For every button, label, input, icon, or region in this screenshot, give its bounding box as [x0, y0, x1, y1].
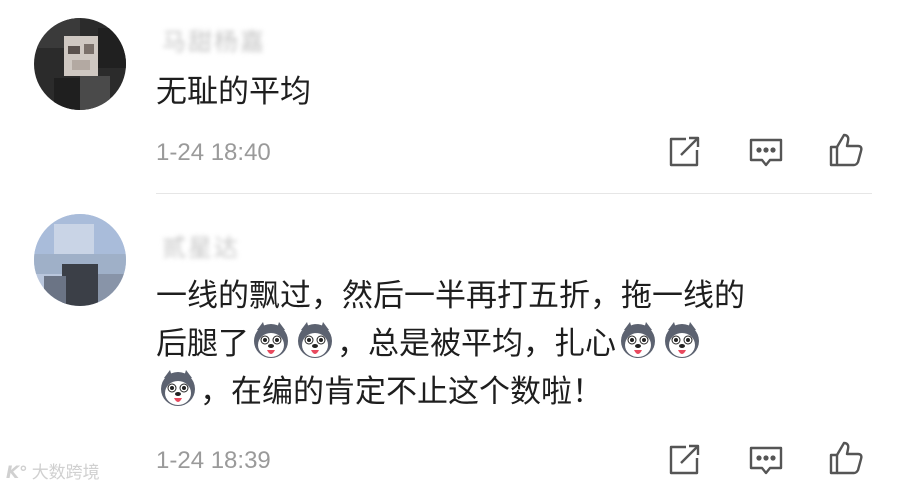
husky-dog-emoji: [662, 320, 702, 360]
comment-text: 无耻的平均: [156, 68, 836, 116]
thumbs-up-icon[interactable]: [826, 130, 866, 170]
avatar[interactable]: [34, 214, 126, 306]
comment-text: 一线的飘过，然后一半再打五折，拖一线的 后腿了 ，总是被平均，扎心 ，在编的肯定不…: [156, 272, 836, 416]
watermark: K° 大数跨境: [6, 458, 100, 483]
share-icon[interactable]: [664, 132, 704, 172]
username[interactable]: 贰星达: [162, 228, 240, 263]
divider: [156, 193, 872, 194]
comment-text-segment: ，在编的肯定不止这个数啦！: [200, 374, 603, 410]
comment-text-segment: 后腿了: [156, 326, 249, 362]
comment-text-line: 一线的飘过，然后一半再打五折，拖一线的: [156, 278, 745, 314]
comment-text-line: 无耻的平均: [156, 74, 311, 110]
comment-icon[interactable]: [746, 440, 786, 480]
comment-text-segment: ，总是被平均，扎心: [337, 326, 616, 362]
timestamp: 1-24 18:40: [156, 139, 271, 166]
husky-dog-emoji: [618, 320, 658, 360]
husky-dog-emoji: [295, 320, 335, 360]
watermark-logo: K°: [6, 463, 28, 483]
comment-icon[interactable]: [746, 132, 786, 172]
husky-dog-emoji: [251, 320, 291, 360]
share-icon[interactable]: [664, 440, 704, 480]
husky-dog-emoji: [158, 368, 198, 408]
username[interactable]: 马甜杨嘉: [162, 22, 266, 57]
thumbs-up-icon[interactable]: [826, 438, 866, 478]
avatar[interactable]: [34, 18, 126, 110]
watermark-text: 大数跨境: [31, 463, 100, 483]
timestamp: 1-24 18:39: [156, 447, 271, 474]
